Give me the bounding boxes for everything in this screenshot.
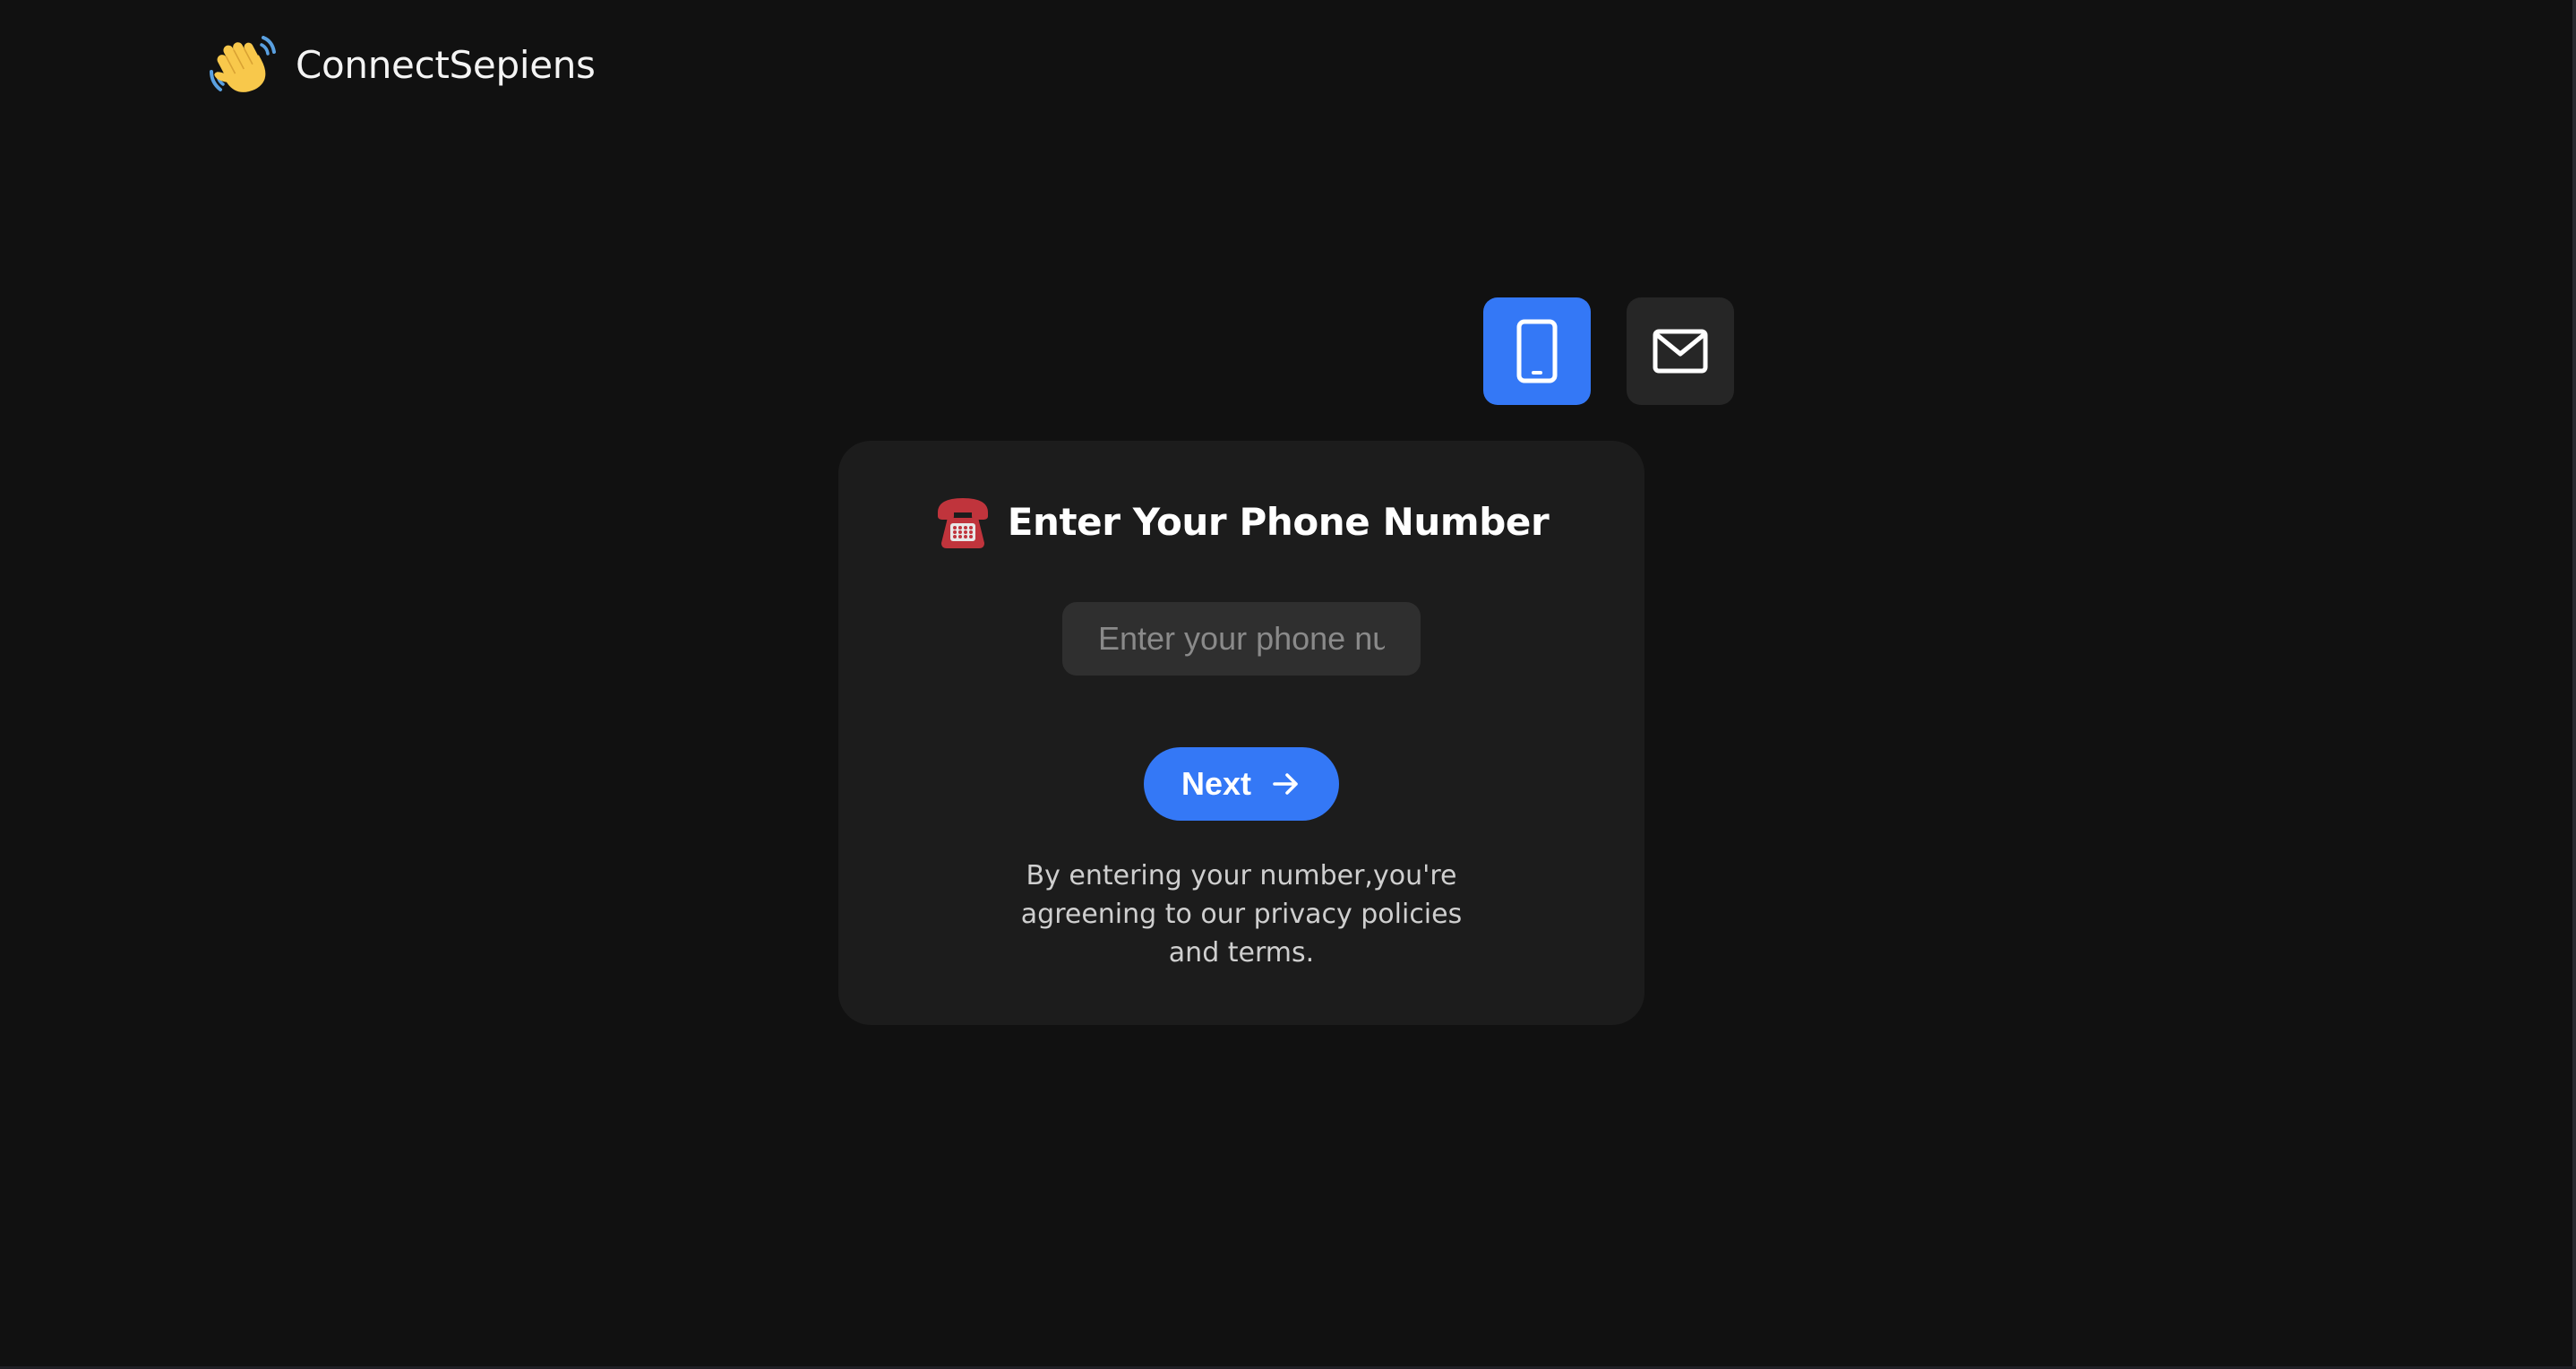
arrow-right-icon: [1273, 773, 1298, 795]
privacy-disclaimer: By entering your number,you're agreening…: [1020, 860, 1463, 969]
window-edge: [2572, 0, 2576, 1369]
phone-number-input[interactable]: [1062, 602, 1421, 676]
envelope-icon: [1653, 329, 1708, 374]
phone-mode-button[interactable]: [1483, 297, 1591, 405]
next-button-label: Next: [1181, 765, 1252, 802]
waving-hand-icon: [210, 36, 276, 92]
brand[interactable]: ConnectSepiens: [208, 32, 596, 97]
card-title: Enter Your Phone Number: [838, 491, 1644, 552]
next-button[interactable]: Next: [1144, 747, 1339, 821]
card-title-text: Enter Your Phone Number: [1007, 499, 1550, 544]
phone-login-card: Enter Your Phone Number Next By entering…: [838, 441, 1644, 1025]
mobile-phone-icon: [1516, 319, 1558, 383]
telephone-icon: [937, 498, 988, 548]
brand-name: ConnectSepiens: [296, 42, 596, 87]
email-mode-button[interactable]: [1627, 297, 1734, 405]
